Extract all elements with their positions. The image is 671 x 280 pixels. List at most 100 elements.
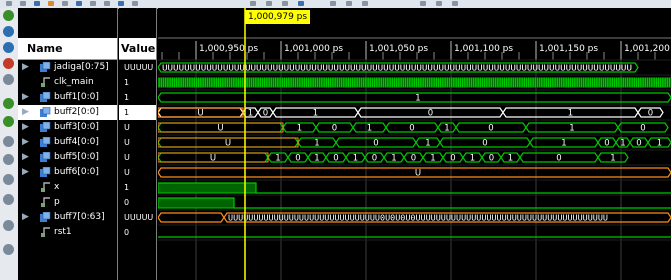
waveform-panel[interactable]: 1,000,950 ps 1,001,000 ps 1,001,050 ps 1,00… bbox=[158, 8, 671, 280]
expand-arrow-icon[interactable]: ▶ bbox=[22, 135, 29, 150]
expand-arrow-icon[interactable]: ▶ bbox=[22, 120, 29, 135]
signal-row[interactable]: ▶ buff1[0:0] bbox=[18, 90, 117, 105]
toolbar-button[interactable] bbox=[76, 1, 82, 6]
bus-value-label: U bbox=[415, 169, 421, 179]
signal-row[interactable]: rst1 bbox=[18, 225, 117, 240]
signal-name: buff1[0:0] bbox=[54, 92, 99, 102]
signal-value-panel: Value UUUUU 1 1 1 U U U U 1 0 UUUUU 0 bbox=[119, 8, 157, 280]
signal-row[interactable]: ▶ buff7[0:63] bbox=[18, 210, 117, 225]
goto-icon[interactable] bbox=[3, 174, 14, 185]
toolbar-button[interactable] bbox=[20, 1, 26, 6]
toolbar-button[interactable] bbox=[436, 1, 442, 6]
toolbar-button[interactable] bbox=[346, 1, 352, 6]
bus-signal-icon bbox=[40, 151, 51, 163]
bus-value-label: 1 bbox=[561, 139, 566, 149]
bus-value-label: 1 bbox=[444, 124, 449, 134]
toolbar-button[interactable] bbox=[362, 1, 368, 6]
toolbar-button[interactable] bbox=[132, 1, 138, 6]
bus-value-label: 1 bbox=[314, 139, 319, 149]
bus-value-label: 0 bbox=[640, 124, 645, 134]
signal-row[interactable]: ▶ buff3[0:0] bbox=[18, 120, 117, 135]
value-column-header[interactable]: Value bbox=[119, 38, 156, 60]
signal-name: buff6[0:0] bbox=[54, 167, 99, 177]
waveform-canvas[interactable]: 1,000,950 ps 1,001,000 ps 1,001,050 ps 1,00… bbox=[158, 8, 671, 280]
timeline-tick-label: 1,001,100 ps bbox=[454, 44, 513, 54]
toolbar-button[interactable] bbox=[34, 1, 40, 6]
signal-name: buff5[0:0] bbox=[54, 152, 99, 162]
fit-icon[interactable] bbox=[3, 194, 14, 205]
signal-row[interactable]: ▶ buff5[0:0] bbox=[18, 150, 117, 165]
bus-value-label: 0 bbox=[372, 154, 377, 164]
bus-signal-icon bbox=[40, 166, 51, 178]
zoom-out-icon[interactable] bbox=[3, 42, 14, 53]
bus-value-label: 0 bbox=[556, 154, 561, 164]
toolbar-button[interactable] bbox=[90, 1, 96, 6]
toolbar-button[interactable] bbox=[104, 1, 110, 6]
toolbar-button[interactable] bbox=[6, 1, 12, 6]
toolbar-button[interactable] bbox=[250, 1, 256, 6]
toolbar-button[interactable] bbox=[118, 1, 124, 6]
signal-row[interactable]: ▶ buff2[0:0] bbox=[18, 105, 117, 120]
bus-value-label: 0 bbox=[333, 154, 338, 164]
zoom-in-icon[interactable] bbox=[3, 26, 14, 37]
swap-icon[interactable] bbox=[3, 154, 14, 165]
expand-arrow-icon[interactable]: ▶ bbox=[22, 150, 29, 165]
toolbar-button[interactable] bbox=[62, 1, 68, 6]
cursor-time-label[interactable]: 1,000,979 ps bbox=[245, 10, 311, 24]
zoom-fit-icon[interactable] bbox=[3, 58, 14, 69]
signal-name: clk_main bbox=[54, 77, 94, 87]
toolbar-button[interactable] bbox=[420, 1, 426, 6]
bus-value-label: 1 bbox=[508, 154, 513, 164]
bus-value-label: 0 bbox=[450, 154, 455, 164]
expand-arrow-icon[interactable]: ▶ bbox=[22, 105, 29, 120]
signal-row[interactable]: ▶ jadiga[0:75] bbox=[18, 60, 117, 75]
signal-value: 0 bbox=[124, 228, 130, 237]
toolbar-button[interactable] bbox=[330, 1, 336, 6]
next-edge-icon[interactable] bbox=[3, 116, 14, 127]
layout-icon[interactable] bbox=[3, 244, 14, 255]
bus-value-label: 1 bbox=[569, 124, 574, 134]
bus-value-label: 0 bbox=[604, 139, 609, 149]
toolbar-button[interactable] bbox=[282, 1, 288, 6]
expand-arrow-icon[interactable]: ▶ bbox=[22, 60, 29, 75]
bus-segment bbox=[158, 212, 225, 223]
signal-row[interactable]: p bbox=[18, 195, 117, 210]
toolbar-button[interactable] bbox=[452, 1, 458, 6]
bus-value-label: 1 bbox=[430, 154, 435, 164]
prev-edge-icon[interactable] bbox=[3, 98, 14, 109]
signal-row[interactable]: x bbox=[18, 180, 117, 195]
bus-signal-icon bbox=[40, 106, 51, 118]
signal-value: UUUUU bbox=[124, 63, 154, 72]
signal-value: 0 bbox=[124, 198, 130, 207]
expand-arrow-icon[interactable]: ▶ bbox=[22, 165, 29, 180]
add-marker-icon[interactable] bbox=[3, 136, 14, 147]
bus-value-label: 0 bbox=[409, 124, 414, 134]
name-column-header[interactable]: Name bbox=[18, 38, 117, 60]
signal-row[interactable]: clk_main bbox=[18, 75, 117, 90]
tool-strip bbox=[0, 8, 19, 280]
bus-signal-icon bbox=[40, 61, 51, 73]
toolbar-button[interactable] bbox=[266, 1, 272, 6]
bus-value-label: UUUUUUUUUUUUUUUUUUUUUUUUUUUUUU0U0U0U0UUU… bbox=[228, 214, 608, 223]
cursor-icon[interactable] bbox=[3, 74, 14, 85]
settings-icon[interactable] bbox=[3, 220, 14, 231]
bus-value-label: 1 bbox=[415, 94, 420, 104]
toolbar-button[interactable] bbox=[298, 1, 304, 6]
timeline-tick-label: 1,001,050 ps bbox=[369, 44, 428, 54]
bus-value-label: 1 bbox=[275, 154, 280, 164]
bus-value-label: 0 bbox=[636, 139, 641, 149]
bus-signal-icon bbox=[40, 136, 51, 148]
toolbar-button[interactable] bbox=[48, 1, 54, 6]
signal-row[interactable]: ▶ buff6[0:0] bbox=[18, 165, 117, 180]
bus-value-label: 0 bbox=[332, 124, 337, 134]
timeline-tick-label: 1,000,950 ps bbox=[199, 44, 258, 54]
signal-value: U bbox=[124, 138, 130, 147]
signal-row[interactable]: ▶ buff4[0:0] bbox=[18, 135, 117, 150]
bus-value-label: 1 bbox=[568, 109, 573, 119]
bus-value-label: 1 bbox=[367, 124, 372, 134]
expand-arrow-icon[interactable]: ▶ bbox=[22, 210, 29, 225]
expand-arrow-icon[interactable]: ▶ bbox=[22, 90, 29, 105]
signal-value: 1 bbox=[124, 93, 130, 102]
zoom-icon[interactable] bbox=[3, 10, 14, 21]
bus-value-label: 0 bbox=[489, 154, 494, 164]
